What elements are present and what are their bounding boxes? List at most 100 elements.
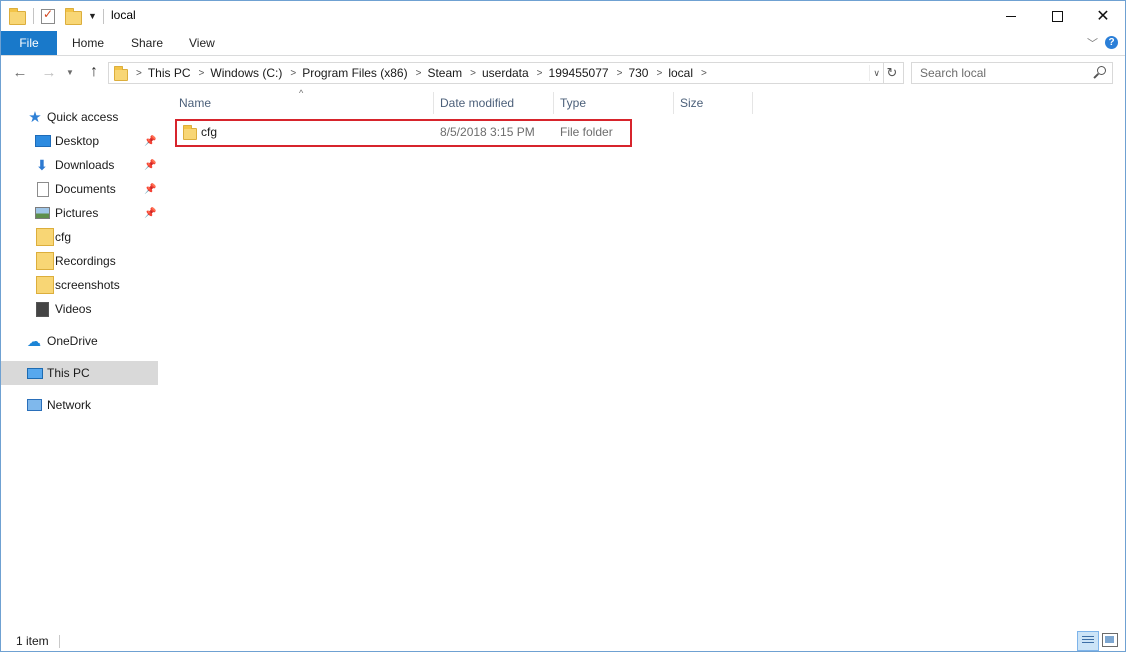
quick-access-toolbar: ▼ [9,6,97,26]
pin-icon[interactable]: 📌 [144,160,156,171]
desktop-icon [35,135,51,147]
file-row-cfg[interactable]: cfg 8/5/2018 3:15 PM File folder [175,119,632,147]
chevron-right-icon[interactable]: > [701,68,707,79]
chevron-right-icon[interactable]: > [416,68,422,79]
expand-ribbon-chevron-icon[interactable]: ﹀ [1087,35,1098,51]
chevron-right-icon[interactable]: > [537,68,543,79]
refresh-icon: ↻ [886,65,898,80]
nav-item-screenshots[interactable]: screenshots [1,273,158,297]
onedrive-icon: ☁ [27,332,41,349]
explorer-window: ▼ local ✕ File Home Share View ﹀ ? ← → ▼… [0,0,1126,652]
back-button[interactable]: ← [10,62,30,82]
nav-item-label: Downloads [55,158,115,172]
star-icon: ★ [28,109,42,126]
search-input[interactable] [918,63,1090,83]
nav-item-label: OneDrive [47,334,98,348]
breadcrumb-steam[interactable]: Steam [427,66,462,80]
nav-item-label: cfg [55,230,72,244]
recent-locations-button[interactable]: ▼ [63,62,77,82]
videos-icon [36,301,49,317]
nav-item-label: This PC [47,366,90,380]
close-button[interactable]: ✕ [1080,1,1126,31]
minimize-button[interactable] [988,1,1034,31]
nav-item-this-pc[interactable]: This PC [1,361,158,385]
documents-icon [37,181,49,197]
search-box[interactable] [911,62,1113,84]
up-arrow-icon: ↑ [90,63,98,80]
folder-icon [36,252,54,270]
up-button[interactable]: ↑ [84,62,104,82]
new-folder-icon[interactable] [65,7,82,25]
this-pc-icon [27,367,43,379]
search-icon[interactable] [1097,66,1106,75]
refresh-button[interactable]: ↻ [881,62,904,84]
folder-icon [183,125,197,140]
nav-item-documents[interactable]: Documents 📌 [1,177,158,201]
nav-item-recordings[interactable]: Recordings [1,249,158,273]
tab-file[interactable]: File [1,31,57,55]
nav-quick-access[interactable]: ★ Quick access [1,105,158,129]
properties-icon[interactable] [41,7,55,24]
forward-button[interactable]: → [39,62,59,82]
chevron-right-icon[interactable]: > [656,68,662,79]
back-arrow-icon: ← [12,63,28,81]
breadcrumb-user-id[interactable]: 199455077 [549,66,609,80]
column-header-type[interactable]: Type [554,90,672,116]
tab-view[interactable]: View [189,31,215,55]
nav-item-label: Quick access [47,110,119,124]
help-icon[interactable]: ? [1105,36,1118,49]
nav-item-label: Documents [55,182,116,196]
breadcrumb-windows-c[interactable]: Windows (C:) [210,66,282,80]
chevron-right-icon[interactable]: > [199,68,205,79]
nav-item-label: screenshots [55,278,120,292]
nav-item-desktop[interactable]: Desktop 📌 [1,129,158,153]
pin-icon[interactable]: 📌 [144,208,156,219]
breadcrumb-this-pc[interactable]: This PC [148,66,191,80]
customize-toolbar-chevron-icon[interactable]: ▼ [88,11,97,21]
column-header-name[interactable]: Name [173,90,435,116]
folder-icon [36,228,54,246]
status-bar: 1 item [1,630,1125,652]
chevron-right-icon[interactable]: > [290,68,296,79]
breadcrumb-local[interactable]: local [668,66,693,80]
breadcrumb-userdata[interactable]: userdata [482,66,529,80]
column-divider[interactable] [752,92,753,114]
chevron-right-icon[interactable]: > [617,68,623,79]
nav-item-onedrive[interactable]: ☁ OneDrive [1,329,158,353]
pin-icon[interactable]: 📌 [144,184,156,195]
column-header-size[interactable]: Size [674,90,752,116]
nav-item-videos[interactable]: Videos [1,297,158,321]
file-name: cfg [201,125,218,139]
large-icons-view-icon[interactable] [1102,633,1118,647]
folder-icon [36,276,54,294]
nav-item-network[interactable]: Network [1,393,158,417]
forward-arrow-icon: → [41,63,57,81]
nav-item-cfg[interactable]: cfg [1,225,158,249]
toolbar-divider [33,8,34,24]
file-type: File folder [560,125,613,139]
download-icon: ⬇ [36,156,48,173]
maximize-button[interactable] [1034,1,1080,31]
nav-item-label: Desktop [55,134,100,148]
address-dropdown-icon[interactable]: ∨ [869,65,880,81]
network-icon [27,399,42,411]
nav-item-label: Pictures [55,206,99,220]
chevron-right-icon[interactable]: > [470,68,476,79]
nav-item-downloads[interactable]: ⬇ Downloads 📌 [1,153,158,177]
pin-icon[interactable]: 📌 [144,136,156,147]
breadcrumb-program-files-x86[interactable]: Program Files (x86) [302,66,407,80]
nav-item-label: Recordings [55,254,116,268]
window-title: local [111,8,136,22]
chevron-right-icon[interactable]: > [136,68,142,79]
nav-item-pictures[interactable]: Pictures 📌 [1,201,158,225]
title-bar: ▼ local ✕ [1,1,1125,31]
status-divider [59,635,60,648]
address-bar[interactable]: > This PC > Windows (C:) > Program Files… [108,62,884,84]
tab-share[interactable]: Share [131,31,163,55]
column-header-date-modified[interactable]: Date modified [434,90,552,116]
details-view-icon[interactable] [1077,631,1099,651]
folder-icon [9,7,26,25]
close-icon: ✕ [1096,8,1110,25]
tab-home[interactable]: Home [72,31,104,55]
breadcrumb-730[interactable]: 730 [628,66,648,80]
